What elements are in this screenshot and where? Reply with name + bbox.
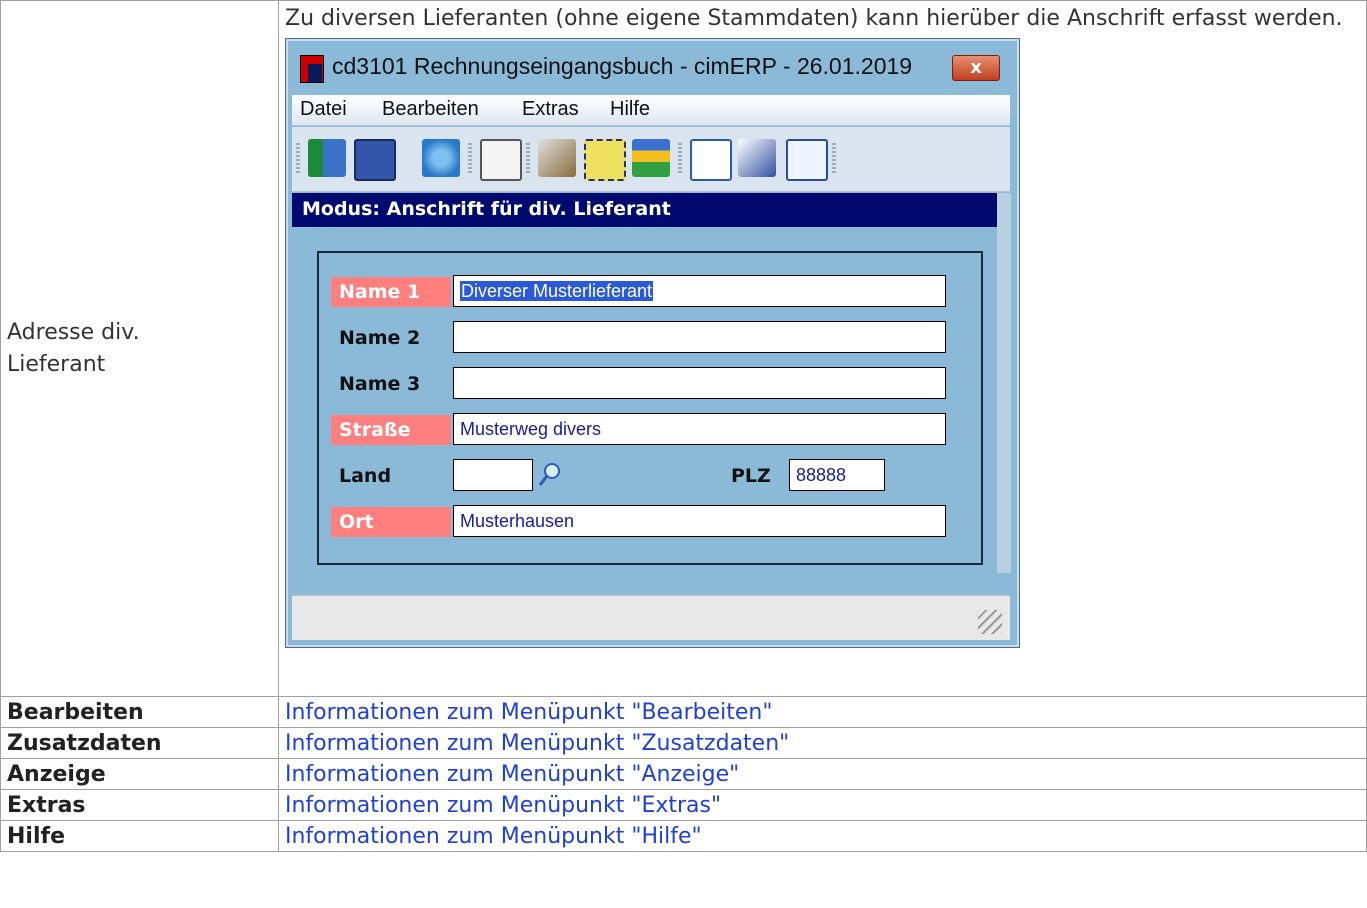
toolbar-separator — [468, 143, 472, 173]
name3-label: Name 3 — [339, 373, 421, 395]
edit-icon[interactable] — [538, 139, 576, 177]
mode-bar: Modus: Anschrift für div. Lieferant — [292, 193, 1010, 227]
menu-info-link[interactable]: Informationen zum Menüpunkt "Hilfe" — [285, 824, 702, 849]
menu-hilfe[interactable]: Hilfe — [610, 98, 650, 121]
grid-icon[interactable] — [786, 139, 828, 181]
search-icon[interactable] — [537, 461, 563, 489]
row-link-cell: Informationen zum Menüpunkt "Hilfe" — [278, 820, 1367, 852]
ort-field[interactable]: Musterhausen — [453, 505, 946, 537]
description-text: Zu diversen Lieferanten (ohne eigene Sta… — [285, 6, 1343, 31]
land-field[interactable] — [453, 459, 533, 491]
scrollbar[interactable] — [997, 193, 1011, 573]
plz-label: PLZ — [731, 465, 771, 487]
copy-windows-icon[interactable] — [690, 139, 732, 181]
toolbar — [292, 127, 1010, 192]
table-row: Adresse div. Lieferant Zu diversen Liefe… — [0, 0, 1367, 697]
table-row: Bearbeiten Informationen zum Menüpunkt "… — [0, 696, 1367, 728]
strasse-label: Straße — [331, 415, 451, 445]
app-logo-icon — [300, 55, 324, 83]
menu-bearbeiten[interactable]: Bearbeiten — [382, 98, 479, 121]
row-link-cell: Informationen zum Menüpunkt "Bearbeiten" — [278, 696, 1367, 728]
strasse-field[interactable]: Musterweg divers — [453, 413, 946, 445]
table-row: Extras Informationen zum Menüpunkt "Extr… — [0, 789, 1367, 821]
toolbar-separator — [678, 143, 682, 173]
table-row: Anzeige Informationen zum Menüpunkt "Anz… — [0, 758, 1367, 790]
title-bar: cd3101 Rechnungseingangsbuch - cimERP - … — [292, 47, 1010, 87]
name1-value: Diverser Musterlieferant — [460, 281, 654, 301]
row-label: Adresse div. Lieferant — [0, 0, 279, 697]
new-record-icon[interactable] — [584, 139, 626, 181]
mail-icon[interactable] — [480, 139, 522, 181]
row-label: Bearbeiten — [0, 696, 279, 728]
row-label: Anzeige — [0, 758, 279, 790]
name3-field[interactable] — [453, 367, 946, 399]
erp-window: cd3101 Rechnungseingangsbuch - cimERP - … — [285, 38, 1020, 648]
toolbar-separator — [526, 143, 530, 173]
address-form: Name 1 Diverser Musterlieferant Name 2 N… — [317, 251, 983, 565]
row-label-text: Adresse div. Lieferant — [7, 319, 140, 377]
exit-icon[interactable] — [308, 139, 346, 177]
doc-table: Adresse div. Lieferant Zu diversen Liefe… — [0, 0, 1367, 852]
row-link-cell: Informationen zum Menüpunkt "Anzeige" — [278, 758, 1367, 790]
recycle-icon[interactable] — [422, 139, 460, 177]
resize-grip-icon[interactable] — [978, 610, 1002, 634]
window-title: cd3101 Rechnungseingangsbuch - cimERP - … — [332, 53, 913, 79]
row-label: Extras — [0, 789, 279, 821]
toolbar-separator — [832, 143, 836, 173]
mode-text: Modus: Anschrift für div. Lieferant — [302, 198, 671, 220]
land-label: Land — [339, 465, 392, 487]
row-label: Zusatzdaten — [0, 727, 279, 759]
name2-field[interactable] — [453, 321, 946, 353]
menu-info-link[interactable]: Informationen zum Menüpunkt "Bearbeiten" — [285, 700, 772, 725]
book-icon[interactable] — [738, 139, 776, 177]
status-bar — [292, 595, 1010, 640]
menu-extras[interactable]: Extras — [522, 98, 579, 121]
menu-info-link[interactable]: Informationen zum Menüpunkt "Extras" — [285, 793, 721, 818]
menu-info-link[interactable]: Informationen zum Menüpunkt "Zusatzdaten… — [285, 731, 789, 756]
ort-label: Ort — [331, 507, 451, 537]
name1-field[interactable]: Diverser Musterlieferant — [453, 275, 946, 307]
row-label: Hilfe — [0, 820, 279, 852]
table-row: Zusatzdaten Informationen zum Menüpunkt … — [0, 727, 1367, 759]
name2-label: Name 2 — [339, 327, 421, 349]
close-button[interactable]: x — [952, 55, 1000, 81]
import-icon[interactable] — [632, 139, 670, 177]
save-icon[interactable] — [354, 139, 396, 181]
menu-datei[interactable]: Datei — [300, 98, 347, 121]
table-row: Hilfe Informationen zum Menüpunkt "Hilfe… — [0, 820, 1367, 852]
plz-field[interactable]: 88888 — [789, 459, 885, 491]
row-link-cell: Informationen zum Menüpunkt "Extras" — [278, 789, 1367, 821]
row-content: Zu diversen Lieferanten (ohne eigene Sta… — [278, 0, 1367, 697]
toolbar-separator — [296, 143, 300, 173]
row-link-cell: Informationen zum Menüpunkt "Zusatzdaten… — [278, 727, 1367, 759]
menu-bar: Datei Bearbeiten Extras Hilfe — [292, 95, 1010, 126]
name1-label: Name 1 — [331, 277, 451, 307]
menu-info-link[interactable]: Informationen zum Menüpunkt "Anzeige" — [285, 762, 739, 787]
